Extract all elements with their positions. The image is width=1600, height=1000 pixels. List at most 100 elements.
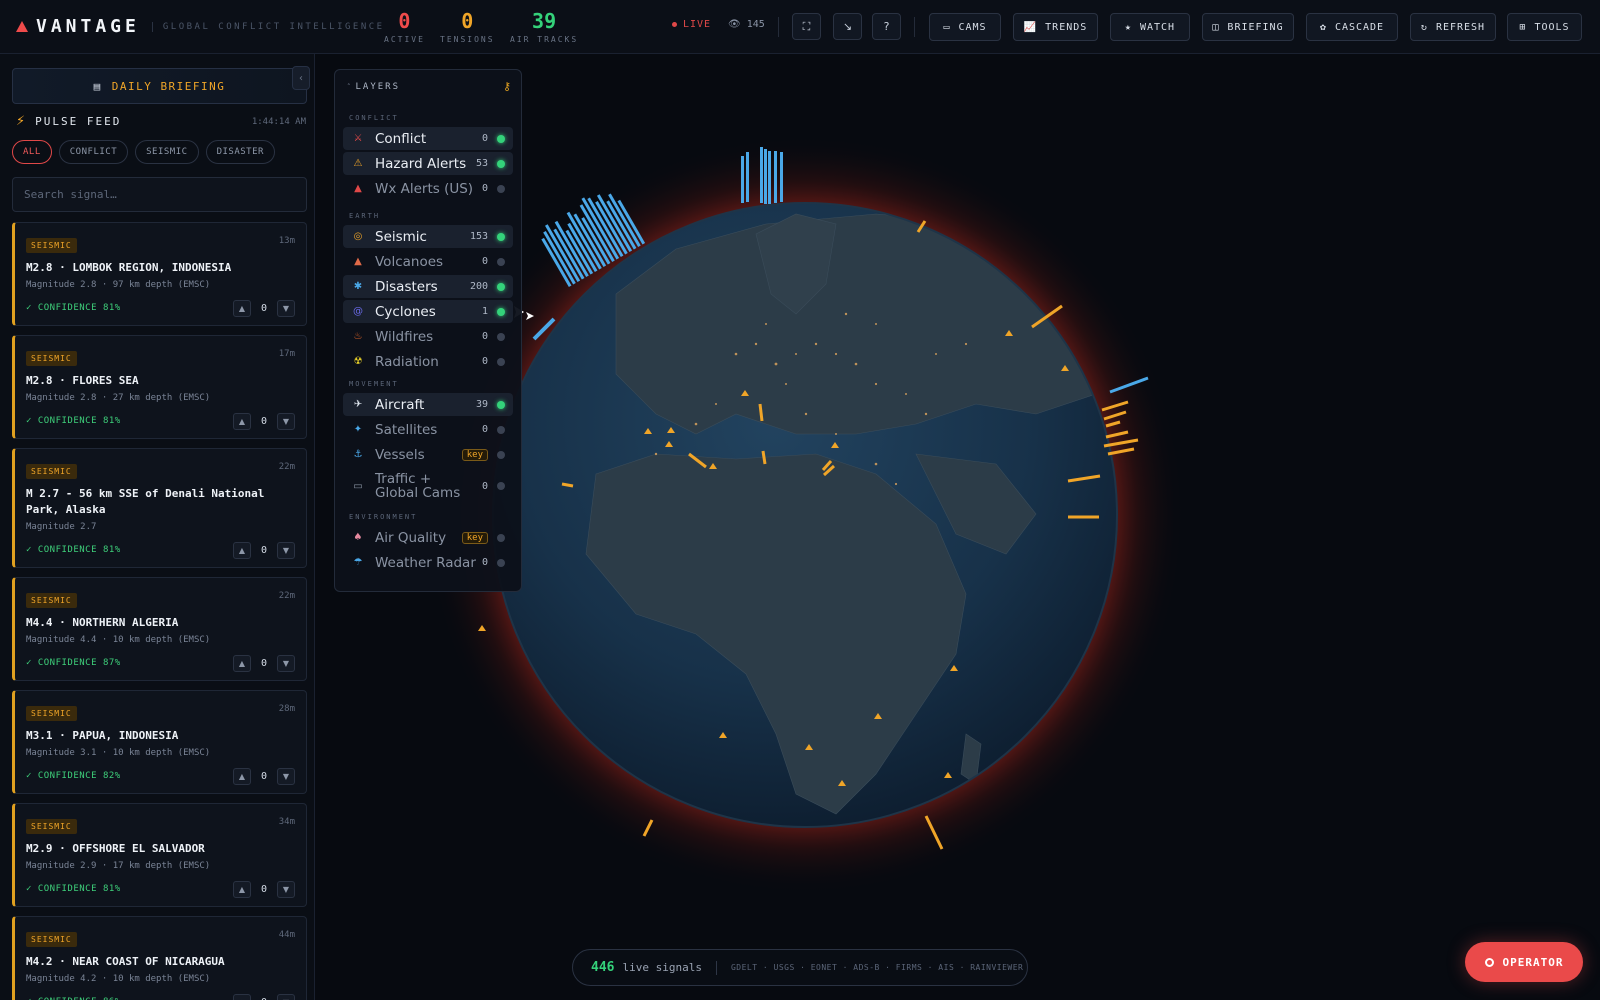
status-dot [497, 482, 505, 490]
layer-toggle-air-quality[interactable]: ♠ Air Quality key [343, 526, 513, 549]
confidence-label: ✓ CONFIDENCE 81% [26, 884, 121, 894]
swords-icon: ⚔ [353, 133, 363, 144]
fullscreen-icon: ⛶ [802, 19, 811, 33]
filter-chip-disaster[interactable]: DISASTER [205, 140, 275, 164]
downvote-button[interactable]: ▼ [277, 541, 295, 559]
confidence-label: ✓ CONFIDENCE 87% [26, 658, 121, 668]
feed-card[interactable]: SEISMIC 17m M2.8 · FLORES SEA Magnitude 2.8… [12, 335, 307, 439]
vote-controls: ▲ 0 ▼ [233, 412, 295, 430]
watch-button[interactable]: ★ WATCH [1110, 13, 1190, 41]
layer-count: 0 [481, 424, 488, 435]
layer-toggle-aircraft[interactable]: ✈ Aircraft 39 [343, 393, 513, 416]
api-key-badge[interactable]: key [461, 448, 488, 461]
fullscreen-button[interactable]: ⛶ [792, 13, 821, 40]
layer-count: 153 [469, 231, 488, 242]
status-dot [497, 232, 505, 241]
layer-toggle-wx-alerts-us[interactable]: ▲ Wx Alerts (US) 0 [343, 177, 513, 200]
layer-count: 0 [481, 356, 488, 367]
stat-air-tracks: 39 AIR TRACKS [510, 9, 579, 44]
layer-name: Satellites [375, 421, 438, 438]
layer-count: 1 [481, 306, 488, 317]
layer-toggle-cyclones[interactable]: @ Cyclones 1 [343, 300, 513, 323]
vote-count: 0 [260, 657, 268, 669]
filter-chip-all[interactable]: ALL [12, 140, 52, 164]
card-age: 22m [278, 591, 295, 601]
feed-card[interactable]: SEISMIC 22m M4.4 · NORTHERN ALGERIA Magnitu… [12, 577, 307, 681]
category-badge: SEISMIC [26, 819, 77, 834]
feed-card[interactable]: SEISMIC 13m M2.8 · LOMBOK REGION, INDONESI… [12, 222, 307, 326]
feed-card[interactable]: SEISMIC 44m M4.2 · NEAR COAST OF NICARAGUA… [12, 916, 307, 1000]
refresh-button[interactable]: ↻ REFRESH [1410, 13, 1496, 41]
vote-controls: ▲ 0 ▼ [233, 993, 295, 1000]
feed-card[interactable]: SEISMIC 22m M 2.7 - 56 km SSE of Denali Na… [12, 448, 307, 568]
layer-toggle-seismic[interactable]: ◎ Seismic 153 [343, 225, 513, 248]
layer-section-earth: EARTH [349, 212, 381, 220]
upvote-button[interactable]: ▲ [233, 993, 251, 1000]
arrow-down-right-button[interactable]: ↘ [833, 13, 862, 40]
downvote-button[interactable]: ▼ [277, 767, 295, 785]
layer-name: Radiation [375, 353, 439, 370]
pulse-time: 1:44:14 AM [251, 116, 306, 127]
layer-toggle-traffic-global-cams[interactable]: ▭ Traffic + Global Cams 0 [343, 468, 513, 504]
layer-toggle-radiation[interactable]: ☢ Radiation 0 [343, 350, 513, 373]
help-button[interactable]: ? [872, 13, 901, 40]
operator-icon [1484, 957, 1494, 967]
upvote-button[interactable]: ▲ [233, 299, 251, 317]
layer-count: 0 [481, 331, 488, 342]
layer-toggle-weather-radar[interactable]: ☂ Weather Radar 0 [343, 551, 513, 574]
app-logo[interactable]: VANTAGE GLOBAL CONFLICT INTELLIGENCE [16, 16, 385, 37]
status-dot [497, 307, 505, 316]
upvote-button[interactable]: ▲ [233, 541, 251, 559]
data-sources: GDELT · USGS · EONET · ADS-B · FIRMS · A… [730, 963, 1024, 972]
downvote-button[interactable]: ▼ [277, 299, 295, 317]
upvote-button[interactable]: ▲ [233, 767, 251, 785]
cams-button[interactable]: ▭ CAMS [929, 13, 1001, 41]
filter-chip-conflict[interactable]: CONFLICT [58, 140, 129, 164]
upvote-button[interactable]: ▲ [233, 654, 251, 672]
api-key-badge[interactable]: key [461, 531, 488, 544]
stat-tensions: 0 TENSIONS [440, 9, 495, 44]
upvote-button[interactable]: ▲ [233, 412, 251, 430]
layer-toggle-vessels[interactable]: ⚓ Vessels key [343, 443, 513, 466]
cascade-button[interactable]: ✿ CASCADE [1306, 13, 1398, 41]
layer-count: 0 [481, 133, 488, 144]
volcano-icon: ▲ [354, 256, 362, 267]
document-icon: ▤ [93, 79, 102, 93]
trends-button[interactable]: 📈 TRENDS [1013, 13, 1098, 41]
daily-briefing-button[interactable]: ▤ DAILY BRIEFING [12, 68, 307, 104]
layer-toggle-conflict[interactable]: ⚔ Conflict 0 [343, 127, 513, 150]
layer-section-conflict: CONFLICT [349, 114, 399, 122]
confidence-label: ✓ CONFIDENCE 81% [26, 545, 121, 555]
search-input[interactable] [12, 177, 307, 212]
filter-chip-seismic[interactable]: SEISMIC [135, 140, 199, 164]
card-subtitle: Magnitude 2.8 · 97 km depth (EMSC) [26, 280, 211, 290]
downvote-button[interactable]: ▼ [277, 993, 295, 1000]
collapse-panel-button[interactable]: ‹ [292, 66, 310, 90]
layer-toggle-satellites[interactable]: ✦ Satellites 0 [343, 418, 513, 441]
briefing-button[interactable]: ◫ BRIEFING [1202, 13, 1294, 41]
downvote-button[interactable]: ▼ [277, 880, 295, 898]
tools-button[interactable]: ⊞ TOOLS [1507, 13, 1582, 41]
layer-name: Traffic + Global Cams [375, 471, 461, 501]
feed-card[interactable]: SEISMIC 28m M3.1 · PAPUA, INDONESIA Magnitu… [12, 690, 307, 794]
card-age: 34m [278, 817, 295, 827]
category-badge: SEISMIC [26, 706, 77, 721]
book-icon: ◫ [1212, 21, 1220, 33]
operator-button[interactable]: OPERATOR [1465, 942, 1583, 982]
layer-toggle-hazard-alerts[interactable]: ⚠ Hazard Alerts 53 [343, 152, 513, 175]
layer-count: 0 [481, 557, 488, 568]
category-badge: SEISMIC [26, 464, 77, 479]
feed-card[interactable]: SEISMIC 34m M2.9 · OFFSHORE EL SALVADOR Mag… [12, 803, 307, 907]
layers-header[interactable]: ˄ LAYERS ⚷ [347, 80, 511, 93]
category-badge: SEISMIC [26, 932, 77, 947]
key-icon[interactable]: ⚷ [503, 80, 511, 93]
downvote-button[interactable]: ▼ [277, 412, 295, 430]
card-footer: ✓ CONFIDENCE 86%▲0▼ [26, 993, 295, 1000]
downvote-button[interactable]: ▼ [277, 654, 295, 672]
layer-toggle-volcanoes[interactable]: ▲ Volcanoes 0 [343, 250, 513, 273]
vote-controls: ▲ 0 ▼ [233, 541, 295, 559]
vote-count: 0 [260, 883, 268, 895]
upvote-button[interactable]: ▲ [233, 880, 251, 898]
layer-toggle-disasters[interactable]: ✱ Disasters 200 [343, 275, 513, 298]
layer-toggle-wildfires[interactable]: ♨ Wildfires 0 [343, 325, 513, 348]
